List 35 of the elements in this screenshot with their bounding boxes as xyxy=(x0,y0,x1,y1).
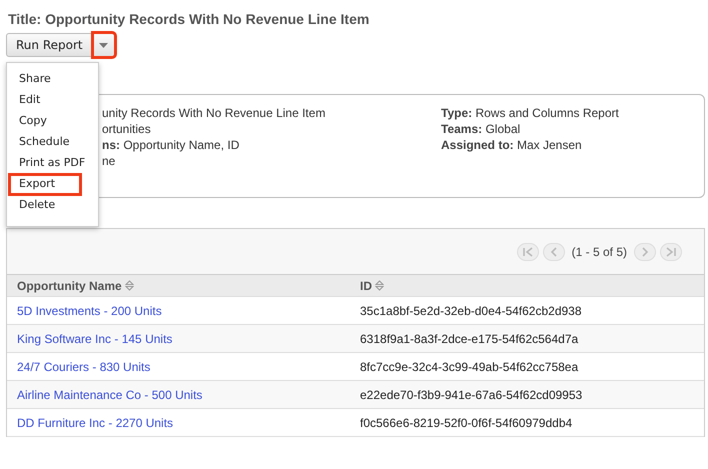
caret-icon xyxy=(98,42,108,48)
report-title: Title: Opportunity Records With No Revenue Line Item xyxy=(8,11,370,27)
detail-text: unity Records With No Revenue Line Item xyxy=(102,105,326,121)
table-cell-text: e22ede70-f3b9-941e-67a6-54f62cd09953 xyxy=(359,388,584,402)
menu-item[interactable]: Print as PDF xyxy=(9,153,96,174)
sort-icon xyxy=(375,280,384,291)
detail-text: ns: Opportunity Name, ID xyxy=(102,137,240,153)
table-cell-text: 35c1a8bf-5e2d-32eb-d0e4-54f62cb2d938 xyxy=(359,304,583,318)
detail-text: ne xyxy=(102,153,116,169)
menu-item[interactable]: Copy xyxy=(9,111,96,132)
opportunity-link[interactable]: King Software Inc - 145 Units xyxy=(17,332,172,346)
run-report-button[interactable]: Run Report xyxy=(6,33,93,57)
menu-item[interactable]: Share xyxy=(9,69,96,90)
detail-text: ortunities xyxy=(102,121,152,137)
menu-item[interactable]: Export xyxy=(9,174,81,195)
table-cell-text: 8fc7cc9e-32c4-3c99-49ab-54f62cc758ea xyxy=(359,360,580,374)
detail-text: Type: Rows and Columns Report xyxy=(441,105,619,121)
menu-item[interactable]: Schedule xyxy=(9,132,96,153)
table-cell-text: f0c566e6-8219-52f0-0f6f-54f60979ddb4 xyxy=(359,416,574,430)
table-cell-text: 6318f9a1-8a3f-2dce-e175-54f62c564d7a xyxy=(359,332,580,346)
opportunity-link[interactable]: 24/7 Couriers - 830 Units xyxy=(17,360,150,374)
column-header[interactable]: ID xyxy=(350,278,704,292)
sort-icon xyxy=(124,280,134,291)
menu-item[interactable]: Delete xyxy=(9,195,96,216)
opportunity-link[interactable]: DD Furniture Inc - 2270 Units xyxy=(17,416,174,430)
menu-item[interactable]: Edit xyxy=(9,90,96,111)
first-page-icon xyxy=(522,246,534,256)
opportunity-link[interactable]: Airline Maintenance Co - 500 Units xyxy=(17,388,202,402)
page-count: (1 - 5 of 5) xyxy=(572,244,627,258)
detail-text: Teams: Global xyxy=(441,121,522,137)
opportunity-link[interactable]: 5D Investments - 200 Units xyxy=(17,304,162,318)
detail-text: Assigned to: Max Jensen xyxy=(441,137,583,153)
last-page-icon xyxy=(665,246,677,256)
dropdown-toggle[interactable] xyxy=(92,33,115,57)
column-header[interactable]: Opportunity Name xyxy=(7,278,350,292)
